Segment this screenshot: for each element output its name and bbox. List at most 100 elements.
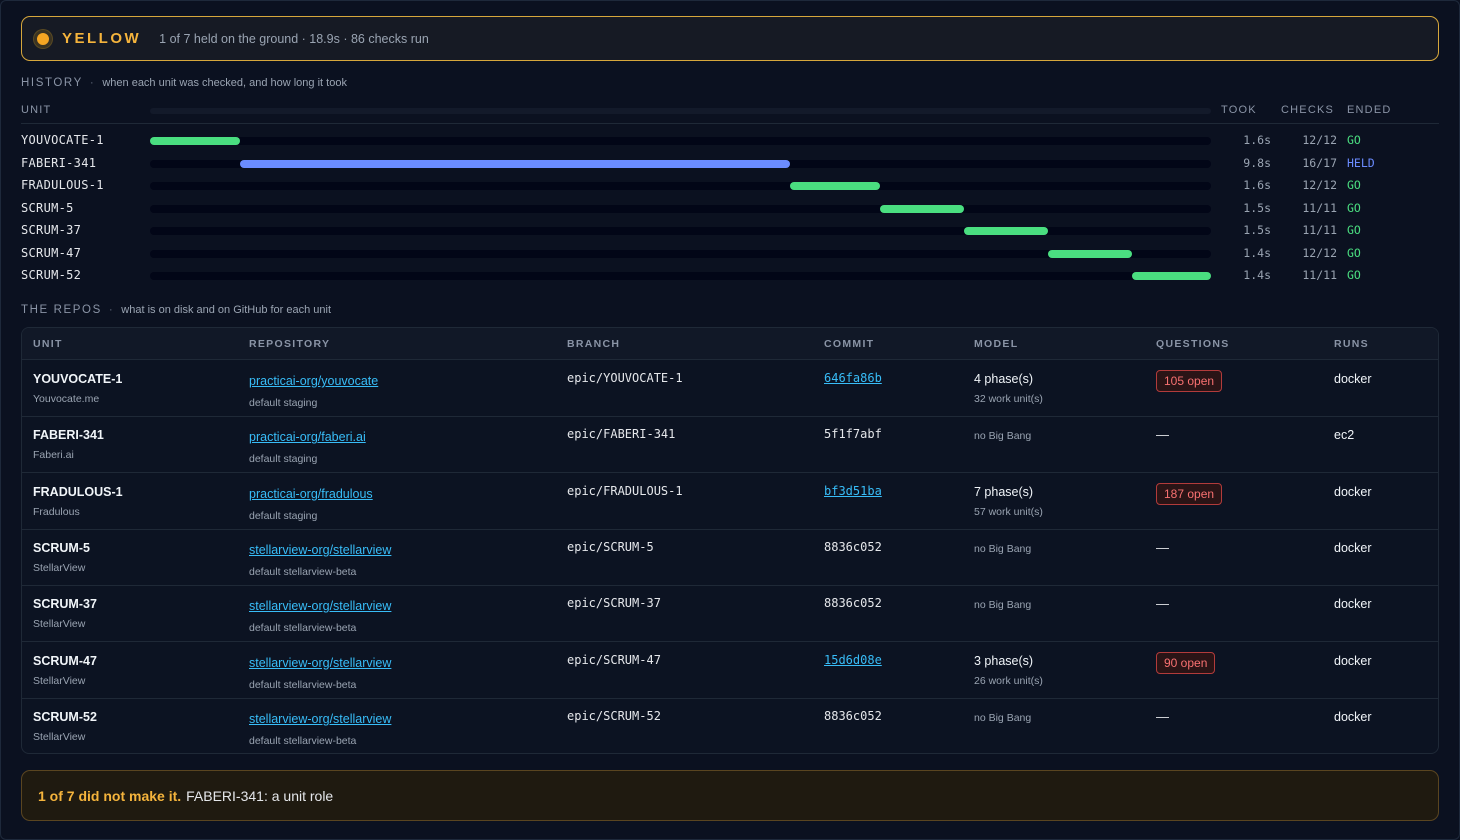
table-row: FABERI-341 Faberi.ai practicai-org/faber… xyxy=(22,417,1438,474)
history-row-took: 1.4s xyxy=(1243,245,1271,260)
history-row-checks: 11/11 xyxy=(1302,200,1337,215)
timeline-axis xyxy=(150,108,1211,114)
unit-id: SCRUM-47 xyxy=(33,653,97,668)
history-row-track xyxy=(150,182,1211,190)
unit-cell: YOUVOCATE-1 Youvocate.me xyxy=(33,372,122,405)
history-row-bar xyxy=(1048,249,1133,258)
repository-link[interactable]: stellarview-org/stellarview xyxy=(249,656,391,670)
repository-link[interactable]: stellarview-org/stellarview xyxy=(249,599,391,613)
commit-link[interactable]: 15d6d08e xyxy=(824,653,882,667)
history-row: SCRUM-5 1.5s 11/11 GO xyxy=(21,201,1439,217)
history-row-ended: GO xyxy=(1347,133,1361,147)
model-work-units: 26 work unit(s) xyxy=(974,674,1043,687)
questions-open-badge[interactable]: 187 open xyxy=(1156,482,1223,505)
branch-name: epic/SCRUM-47 xyxy=(567,652,661,667)
questions-cell: 187 open xyxy=(1156,482,1223,505)
repos-title: THE REPOS xyxy=(21,304,102,316)
history-section-title: HISTORY · when each unit was checked, an… xyxy=(21,77,347,89)
repository-link[interactable]: practicai-org/fradulous xyxy=(249,487,373,501)
history-row-unit: FABERI-341 xyxy=(21,155,97,170)
model-phases: 4 phase(s) xyxy=(974,372,1034,386)
model-phases: 3 phase(s) xyxy=(974,653,1034,668)
model-work-units: 57 work unit(s) xyxy=(974,505,1043,518)
col-model: MODEL xyxy=(974,338,1019,350)
repository-default-branch: default staging xyxy=(249,397,318,409)
history-row-unit: YOUVOCATE-1 xyxy=(21,133,104,147)
history-row-took: 1.5s xyxy=(1243,223,1271,237)
model-cell: 4 phase(s) 32 work unit(s) xyxy=(974,372,1043,405)
repository-link[interactable]: stellarview-org/stellarview xyxy=(249,712,391,726)
unit-cell: SCRUM-52 StellarView xyxy=(33,710,97,743)
history-row-checks: 11/11 xyxy=(1302,268,1337,282)
history-row-unit: SCRUM-47 xyxy=(21,245,82,260)
history-row-bar xyxy=(239,159,790,168)
unit-id: SCRUM-52 xyxy=(33,709,97,724)
commit-link[interactable]: bf3d51ba xyxy=(824,484,882,498)
summary-footer: 1 of 7 did not make it. FABERI-341: a un… xyxy=(21,770,1439,821)
table-row: SCRUM-5 StellarView stellarview-org/stel… xyxy=(22,530,1438,586)
history-row-checks: 11/11 xyxy=(1302,223,1337,237)
unit-name: Youvocate.me xyxy=(33,393,100,405)
model-work-units: 32 work unit(s) xyxy=(974,393,1043,405)
history-row-track xyxy=(150,227,1211,235)
unit-id: SCRUM-37 xyxy=(33,597,97,612)
questions-cell: 90 open xyxy=(1156,651,1216,674)
unit-cell: FRADULOUS-1 Fradulous xyxy=(33,485,123,518)
col-runs: RUNS xyxy=(1334,338,1369,350)
history-header-unit: UNIT xyxy=(21,104,52,116)
history-row-ended: GO xyxy=(1347,245,1361,260)
model-cell: no Big Bang xyxy=(974,428,1031,442)
history-row-track xyxy=(150,272,1211,280)
history-title: HISTORY xyxy=(21,77,83,89)
questions-open-badge[interactable]: 90 open xyxy=(1156,651,1216,674)
col-unit: UNIT xyxy=(33,338,63,350)
history-row-bar xyxy=(150,137,240,145)
history-row-took: 1.4s xyxy=(1243,268,1271,282)
history-row-bar xyxy=(789,182,880,190)
commit-link[interactable]: 646fa86b xyxy=(824,371,882,385)
questions-cell: 105 open xyxy=(1156,370,1223,392)
repository-default-branch: default stellarview-beta xyxy=(249,734,357,747)
runs-value: docker xyxy=(1334,653,1372,668)
history-row-ended: GO xyxy=(1347,268,1361,282)
runs-value: docker xyxy=(1334,540,1372,555)
runs-value: docker xyxy=(1334,709,1372,724)
branch-name: epic/SCRUM-52 xyxy=(567,708,661,723)
footer-message: FABERI-341: a unit role xyxy=(186,787,334,804)
history-row-checks: 12/12 xyxy=(1302,178,1337,192)
unit-cell: SCRUM-37 StellarView xyxy=(33,597,97,630)
history-row-checks: 12/12 xyxy=(1302,133,1337,147)
status-light-icon xyxy=(34,29,52,48)
unit-name: StellarView xyxy=(33,618,86,631)
commit-hash: 5f1f7abf xyxy=(824,427,882,442)
runs-value: ec2 xyxy=(1334,428,1355,443)
separator-dot: · xyxy=(89,77,96,89)
repository-link[interactable]: practicai-org/youvocate xyxy=(249,374,378,388)
repos-subtitle: what is on disk and on GitHub for each u… xyxy=(121,304,332,316)
history-subtitle: when each unit was checked, and how long… xyxy=(102,77,347,89)
model-cell: 3 phase(s) 26 work unit(s) xyxy=(974,654,1043,687)
unit-cell: SCRUM-5 StellarView xyxy=(33,541,90,574)
history-row-checks: 12/12 xyxy=(1302,245,1337,260)
unit-id: YOUVOCATE-1 xyxy=(33,372,123,386)
model-cell: 7 phase(s) 57 work unit(s) xyxy=(974,485,1043,518)
unit-id: FABERI-341 xyxy=(33,428,104,443)
history-row: FRADULOUS-1 1.6s 12/12 GO xyxy=(21,178,1439,194)
unit-cell: FABERI-341 Faberi.ai xyxy=(33,428,104,461)
history-row-took: 1.5s xyxy=(1243,200,1271,215)
model-cell: no Big Bang xyxy=(974,597,1031,611)
questions-open-badge[interactable]: 105 open xyxy=(1156,370,1223,392)
unit-name: StellarView xyxy=(33,730,86,743)
unit-cell: SCRUM-47 StellarView xyxy=(33,654,97,687)
table-row: SCRUM-52 StellarView stellarview-org/ste… xyxy=(22,699,1438,753)
history-row-bar xyxy=(879,204,964,213)
unit-id: FRADULOUS-1 xyxy=(33,484,123,499)
model-none: no Big Bang xyxy=(974,599,1032,612)
repository-cell: practicai-org/youvocate default staging xyxy=(249,372,378,409)
branch-name: epic/FRADULOUS-1 xyxy=(567,483,683,498)
repository-link[interactable]: stellarview-org/stellarview xyxy=(249,543,391,557)
history-header-ended: ENDED xyxy=(1347,104,1392,116)
commit-hash: 8836c052 xyxy=(824,539,882,554)
table-row: FRADULOUS-1 Fradulous practicai-org/frad… xyxy=(22,474,1438,530)
repository-link[interactable]: practicai-org/faberi.ai xyxy=(249,430,366,444)
